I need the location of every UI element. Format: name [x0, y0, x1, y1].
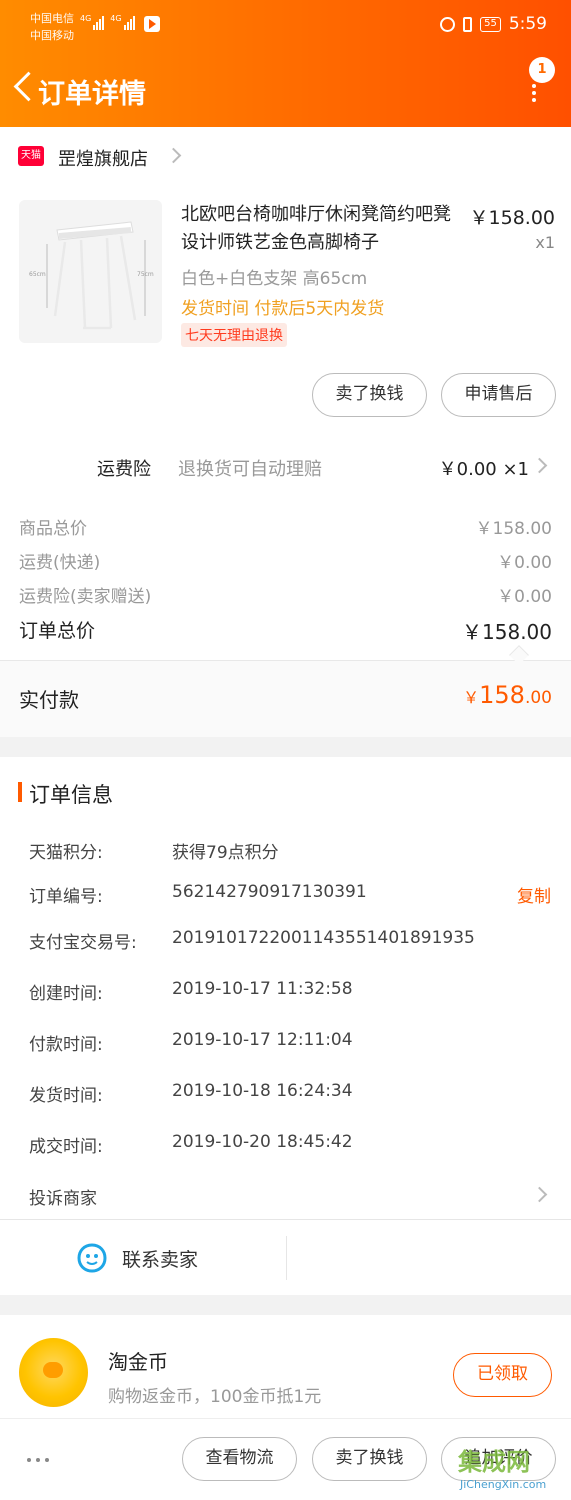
info-value: 2019-10-20 18:45:42	[172, 1132, 353, 1152]
order-total-label: 订单总价	[19, 620, 96, 642]
info-label: 支付宝交易号:	[29, 933, 137, 953]
product-price: ￥158.00	[469, 207, 555, 229]
info-label: 发货时间:	[29, 1086, 103, 1106]
contact-seller-label: 联系卖家	[122, 1249, 199, 1271]
insurance-desc: 退换货可自动理赔	[178, 459, 322, 480]
more-menu-icon[interactable]	[528, 84, 540, 106]
site-watermark-logo: 集成网 JiChengXin.com	[452, 1442, 567, 1498]
battery-icon: 55	[480, 16, 501, 32]
price-row-label: 运费(快递)	[19, 553, 101, 573]
bar-stool-illustration: 65cm 75cm	[29, 221, 154, 330]
dimension-label: 65cm	[29, 271, 46, 278]
alarm-icon	[440, 16, 456, 32]
info-label: 创建时间:	[29, 984, 103, 1004]
status-carriers: 中国电信 中国移动	[30, 10, 74, 44]
coins-title: 淘金币	[108, 1350, 168, 1374]
paid-integer: 158	[479, 681, 525, 709]
paid-label: 实付款	[19, 688, 79, 712]
status-right: 55 5:59	[440, 14, 547, 34]
after-sales-button[interactable]: 申请售后	[441, 373, 556, 417]
video-app-icon	[144, 16, 160, 32]
carrier-2: 中国移动	[30, 29, 74, 42]
info-value: 2019-10-17 11:32:58	[172, 979, 353, 999]
signal-icons: 4G 4G	[80, 14, 135, 30]
back-arrow-icon[interactable]	[10, 70, 34, 106]
clock: 5:59	[508, 14, 547, 34]
info-value: 2019-10-18 16:24:34	[172, 1081, 353, 1101]
copy-button[interactable]: 复制	[517, 882, 551, 907]
paid-currency: ￥	[463, 688, 480, 707]
paid-decimal: .00	[524, 688, 552, 708]
carrier-1: 中国电信	[30, 12, 74, 25]
store-name[interactable]: 罡煌旗舰店	[58, 145, 148, 171]
price-row-value: ￥158.00	[475, 519, 552, 539]
view-logistics-button[interactable]: 查看物流	[182, 1437, 297, 1481]
order-info-title: 订单信息	[29, 783, 113, 807]
watermark-text: 集成网	[458, 1448, 530, 1476]
vertical-divider	[286, 1236, 287, 1280]
info-value: 2019-10-17 12:11:04	[172, 1030, 353, 1050]
order-number: 562142790917130391	[172, 882, 367, 902]
price-row-label: 商品总价	[19, 519, 87, 539]
order-total-value: ￥158.00	[462, 620, 552, 644]
section-accent-bar	[18, 782, 22, 802]
price-row-label: 运费险(卖家赠送)	[19, 587, 152, 607]
info-label: 付款时间:	[29, 1035, 103, 1055]
return-policy-tag: 七天无理由退换	[181, 323, 287, 347]
coins-claimed-button[interactable]: 已领取	[453, 1353, 552, 1397]
notification-badge: 1	[529, 57, 555, 83]
app-header: 中国电信 中国移动 4G 4G 55 5:59 订单详情 1	[0, 0, 571, 127]
signal-icon: 4G	[80, 14, 105, 30]
chat-face-icon	[77, 1243, 107, 1273]
watermark-url: JiChengXin.com	[460, 1478, 547, 1491]
price-row-value: ￥0.00	[497, 587, 552, 607]
complaint-link[interactable]: 投诉商家	[29, 1184, 97, 1209]
resell-button-bottom[interactable]: 卖了换钱	[312, 1437, 427, 1481]
resell-button[interactable]: 卖了换钱	[312, 373, 427, 417]
info-label: 天猫积分:	[29, 843, 103, 863]
page-title: 订单详情	[38, 79, 146, 110]
product-quantity: x1	[535, 233, 555, 252]
insurance-label: 运费险	[97, 459, 151, 480]
paid-amount: ￥158.00	[463, 681, 552, 709]
network-type-label: 4G	[110, 14, 122, 23]
info-value: 获得79点积分	[172, 843, 279, 863]
dimension-label: 75cm	[137, 271, 154, 278]
tmall-logo: 天猫	[18, 146, 44, 166]
more-dots-icon[interactable]	[27, 1458, 49, 1462]
coins-desc: 购物返金币，100金币抵1元	[108, 1387, 322, 1407]
price-row-value: ￥0.00	[497, 553, 552, 573]
insurance-value: ￥0.00 ×1	[438, 459, 529, 480]
product-sku: 白色+白色支架 高65cm	[181, 269, 368, 289]
network-type-label: 4G	[80, 14, 92, 23]
gold-coin-icon	[19, 1338, 88, 1407]
info-label: 成交时间:	[29, 1137, 103, 1157]
vibrate-icon	[463, 16, 473, 32]
info-label: 订单编号:	[29, 887, 103, 907]
product-title[interactable]: 北欧吧台椅咖啡厅休闲凳简约吧凳设计师铁艺金色高脚椅子	[181, 201, 461, 257]
shipping-time: 发货时间 付款后5天内发货	[181, 299, 385, 319]
signal-icon: 4G	[110, 14, 135, 30]
product-image[interactable]: 65cm 75cm	[19, 200, 162, 343]
contact-seller-button[interactable]: 联系卖家	[0, 1220, 286, 1295]
info-value: 2019101722001143551401891935	[172, 928, 475, 948]
